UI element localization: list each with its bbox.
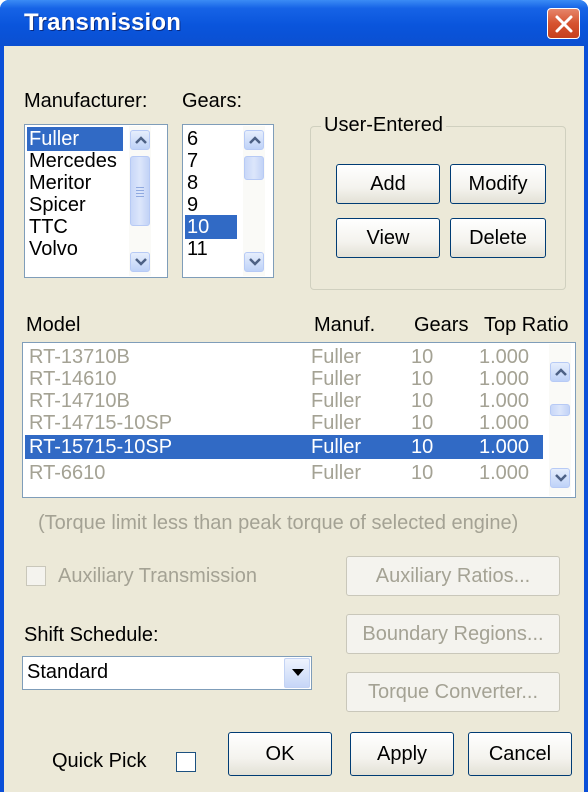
manuf-cell: Fuller: [311, 436, 362, 458]
top-ratio-column-header: Top Ratio: [484, 314, 569, 336]
model-list[interactable]: RT-13710B Fuller 10 1.000 RT-14610 Fulle…: [22, 342, 576, 498]
ratio-cell: 1.000: [479, 436, 530, 458]
ratio-cell: 1.000: [479, 346, 530, 368]
gears-cell: 10: [411, 346, 434, 368]
gears-item[interactable]: 10: [185, 215, 237, 239]
window-title: Transmission: [24, 9, 182, 36]
model-row[interactable]: RT-14610 Fuller 10 1.000: [25, 367, 543, 391]
manufacturer-item[interactable]: Mercedes: [27, 149, 117, 173]
model-column-header: Model: [26, 314, 81, 336]
user-entered-legend: User-Entered: [321, 114, 446, 137]
model-cell: RT-6610: [29, 462, 106, 484]
manuf-cell: Fuller: [311, 368, 362, 390]
shift-schedule-label: Shift Schedule:: [24, 624, 159, 646]
gears-item[interactable]: 8: [185, 171, 198, 195]
gears-column-header: Gears: [414, 314, 469, 336]
ratio-cell: 1.000: [479, 368, 530, 390]
view-button[interactable]: View: [336, 218, 440, 258]
manufacturer-list[interactable]: Fuller Mercedes Meritor Spicer TTC Volvo: [24, 124, 168, 278]
user-entered-group: User-Entered: [310, 114, 566, 290]
scroll-up-button[interactable]: [244, 130, 264, 150]
manuf-column-header: Manuf.: [314, 314, 376, 336]
manuf-cell: Fuller: [311, 462, 362, 484]
manufacturer-label: Manufacturer:: [24, 90, 148, 112]
gears-scrollbar[interactable]: [243, 126, 265, 276]
auxiliary-transmission-checkbox[interactable]: [26, 566, 46, 586]
gears-cell: 10: [411, 412, 434, 434]
model-cell: RT-15715-10SP: [29, 436, 173, 458]
model-scrollbar[interactable]: [549, 344, 571, 496]
model-row[interactable]: RT-13710B Fuller 10 1.000: [25, 345, 543, 369]
auxiliary-ratios-button[interactable]: Auxiliary Ratios...: [346, 556, 560, 596]
manuf-cell: Fuller: [311, 346, 362, 368]
dropdown-button[interactable]: [284, 658, 310, 688]
boundary-regions-button[interactable]: Boundary Regions...: [346, 614, 560, 654]
torque-limit-note: (Torque limit less than peak torque of s…: [38, 512, 519, 534]
manuf-cell: Fuller: [311, 412, 362, 434]
manufacturer-item[interactable]: TTC: [27, 215, 68, 239]
ok-button[interactable]: OK: [228, 732, 332, 776]
scroll-up-button[interactable]: [550, 362, 570, 382]
scroll-down-button[interactable]: [244, 252, 264, 272]
apply-button[interactable]: Apply: [350, 732, 454, 776]
cancel-button[interactable]: Cancel: [468, 732, 572, 776]
transmission-dialog: Transmission Manufacturer: Fuller Merced…: [0, 0, 588, 792]
model-row[interactable]: RT-14710B Fuller 10 1.000: [25, 389, 543, 413]
gears-cell: 10: [411, 436, 434, 458]
ratio-cell: 1.000: [479, 412, 530, 434]
manufacturer-item[interactable]: Meritor: [27, 171, 91, 195]
gears-item[interactable]: 6: [185, 127, 198, 151]
gears-item[interactable]: 11: [185, 237, 208, 261]
torque-converter-button[interactable]: Torque Converter...: [346, 672, 560, 712]
shift-schedule-select[interactable]: Standard: [22, 656, 312, 690]
close-button[interactable]: [547, 8, 580, 39]
model-cell: RT-14610: [29, 368, 117, 390]
gears-cell: 10: [411, 390, 434, 412]
auxiliary-transmission-label: Auxiliary Transmission: [58, 565, 257, 587]
scroll-thumb[interactable]: [244, 156, 264, 180]
quick-pick-checkbox[interactable]: [176, 752, 196, 772]
shift-schedule-value: Standard: [27, 661, 109, 683]
manufacturer-item[interactable]: Spicer: [27, 193, 86, 217]
gears-label: Gears:: [182, 90, 243, 112]
dialog-body: Manufacturer: Fuller Mercedes Meritor Sp…: [4, 46, 584, 792]
ratio-cell: 1.000: [479, 390, 530, 412]
modify-button[interactable]: Modify: [450, 164, 546, 204]
scroll-thumb[interactable]: [130, 156, 150, 226]
scroll-up-button[interactable]: [130, 130, 150, 150]
manufacturer-item[interactable]: Fuller: [27, 127, 123, 151]
quick-pick-label: Quick Pick: [52, 750, 147, 772]
manufacturer-item[interactable]: Volvo: [27, 237, 78, 261]
model-cell: RT-14715-10SP: [29, 412, 173, 434]
model-cell: RT-13710B: [29, 346, 130, 368]
gears-cell: 10: [411, 462, 434, 484]
gears-cell: 10: [411, 368, 434, 390]
scroll-thumb[interactable]: [550, 404, 570, 416]
title-bar[interactable]: Transmission: [0, 0, 588, 46]
model-cell: RT-14710B: [29, 390, 130, 412]
scroll-down-button[interactable]: [130, 252, 150, 272]
model-row[interactable]: RT-6610 Fuller 10 1.000: [25, 461, 543, 485]
gears-item[interactable]: 7: [185, 149, 198, 173]
gears-list[interactable]: 6 7 8 9 10 11: [182, 124, 274, 278]
delete-button[interactable]: Delete: [450, 218, 546, 258]
manufacturer-scrollbar[interactable]: [129, 126, 151, 276]
gears-item[interactable]: 9: [185, 193, 198, 217]
add-button[interactable]: Add: [336, 164, 440, 204]
model-row-selected[interactable]: RT-15715-10SP Fuller 10 1.000: [25, 435, 543, 459]
manuf-cell: Fuller: [311, 390, 362, 412]
ratio-cell: 1.000: [479, 462, 530, 484]
scroll-down-button[interactable]: [550, 468, 570, 488]
model-row[interactable]: RT-14715-10SP Fuller 10 1.000: [25, 411, 543, 435]
